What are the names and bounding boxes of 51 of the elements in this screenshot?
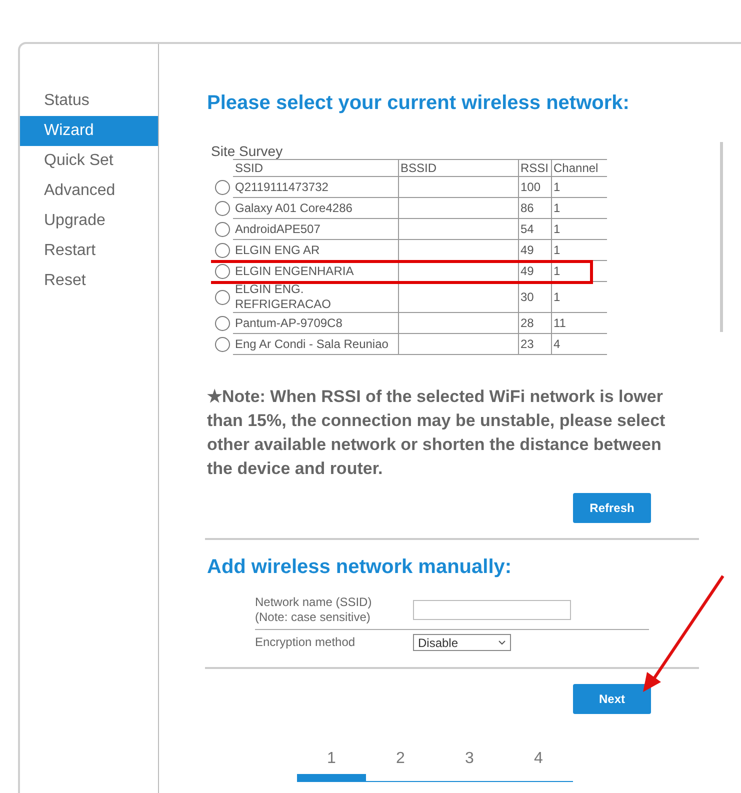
- table-cell: Q2119111473732: [233, 176, 398, 198]
- sidebar-item[interactable]: Restart: [20, 236, 158, 266]
- sidebar-item[interactable]: Wizard: [20, 116, 158, 146]
- column-header: Channel: [551, 160, 607, 176]
- table-cell: 49: [518, 260, 551, 282]
- table-cell: Pantum-AP-9709C8: [233, 312, 398, 334]
- radio-button[interactable]: [215, 180, 230, 194]
- encryption-dropdown[interactable]: Disable: [413, 634, 511, 651]
- sidebar-item[interactable]: Status: [20, 86, 158, 116]
- table-cell: 28: [518, 312, 551, 334]
- table-cell: ELGIN ENGENHARIA: [233, 260, 398, 282]
- step-tab[interactable]: 4: [504, 750, 573, 781]
- sidebar-item[interactable]: Upgrade: [20, 206, 158, 236]
- radio-button[interactable]: [215, 222, 230, 236]
- column-header: SSID: [233, 160, 398, 176]
- radio-button[interactable]: [215, 316, 230, 330]
- sidebar-item[interactable]: Advanced: [20, 176, 158, 206]
- table-cell: Galaxy A01 Core4286: [233, 198, 398, 218]
- sidebar-item[interactable]: Quick Set: [20, 146, 158, 176]
- table-cell: Eng Ar Condi - Sala Reuniao: [233, 334, 398, 354]
- sidebar-item[interactable]: Reset: [20, 266, 158, 296]
- chevron-down-icon: [498, 640, 506, 645]
- refresh-button[interactable]: Refresh: [573, 493, 651, 523]
- table-cell: 23: [518, 334, 551, 354]
- table-cell: 100: [518, 176, 551, 198]
- table-cell: ELGIN ENG. REFRIGERACAO: [233, 282, 398, 312]
- radio-button[interactable]: [215, 336, 230, 352]
- next-button[interactable]: Next: [573, 684, 651, 714]
- table-cell: ELGIN ENG AR: [233, 240, 398, 260]
- radio-button[interactable]: [215, 242, 230, 258]
- field-label: Encryption method: [255, 635, 356, 650]
- column-header: BSSID: [398, 160, 518, 176]
- scrollbar[interactable]: [720, 142, 723, 332]
- page-heading: Please select your current wireless network:: [207, 92, 630, 115]
- note-text: ★Note: When RSSI of the selected WiFi network is lower than 15%, the connection may be unstable, please select other available network or shorten the distance between the device and router.: [207, 386, 666, 480]
- table-caption: Site Survey: [211, 143, 284, 159]
- table-cell: 49: [518, 240, 551, 260]
- radio-button[interactable]: [215, 200, 230, 216]
- step-tab[interactable]: 3: [435, 750, 504, 781]
- table-cell: 54: [518, 218, 551, 240]
- field-label: Network name (SSID) (Note: case sensitive): [255, 595, 373, 625]
- section-heading: Add wireless network manually:: [207, 556, 513, 579]
- radio-button[interactable]: [215, 264, 230, 278]
- step-tab[interactable]: 1: [297, 750, 366, 781]
- input-field[interactable]: [413, 600, 571, 620]
- step-tab[interactable]: 2: [366, 750, 435, 781]
- column-header: RSSI: [518, 160, 551, 176]
- table-cell: 30: [518, 282, 551, 312]
- radio-button[interactable]: [215, 290, 230, 304]
- table-cell: 86: [518, 198, 551, 218]
- table-cell: AndroidAPE507: [233, 218, 398, 240]
